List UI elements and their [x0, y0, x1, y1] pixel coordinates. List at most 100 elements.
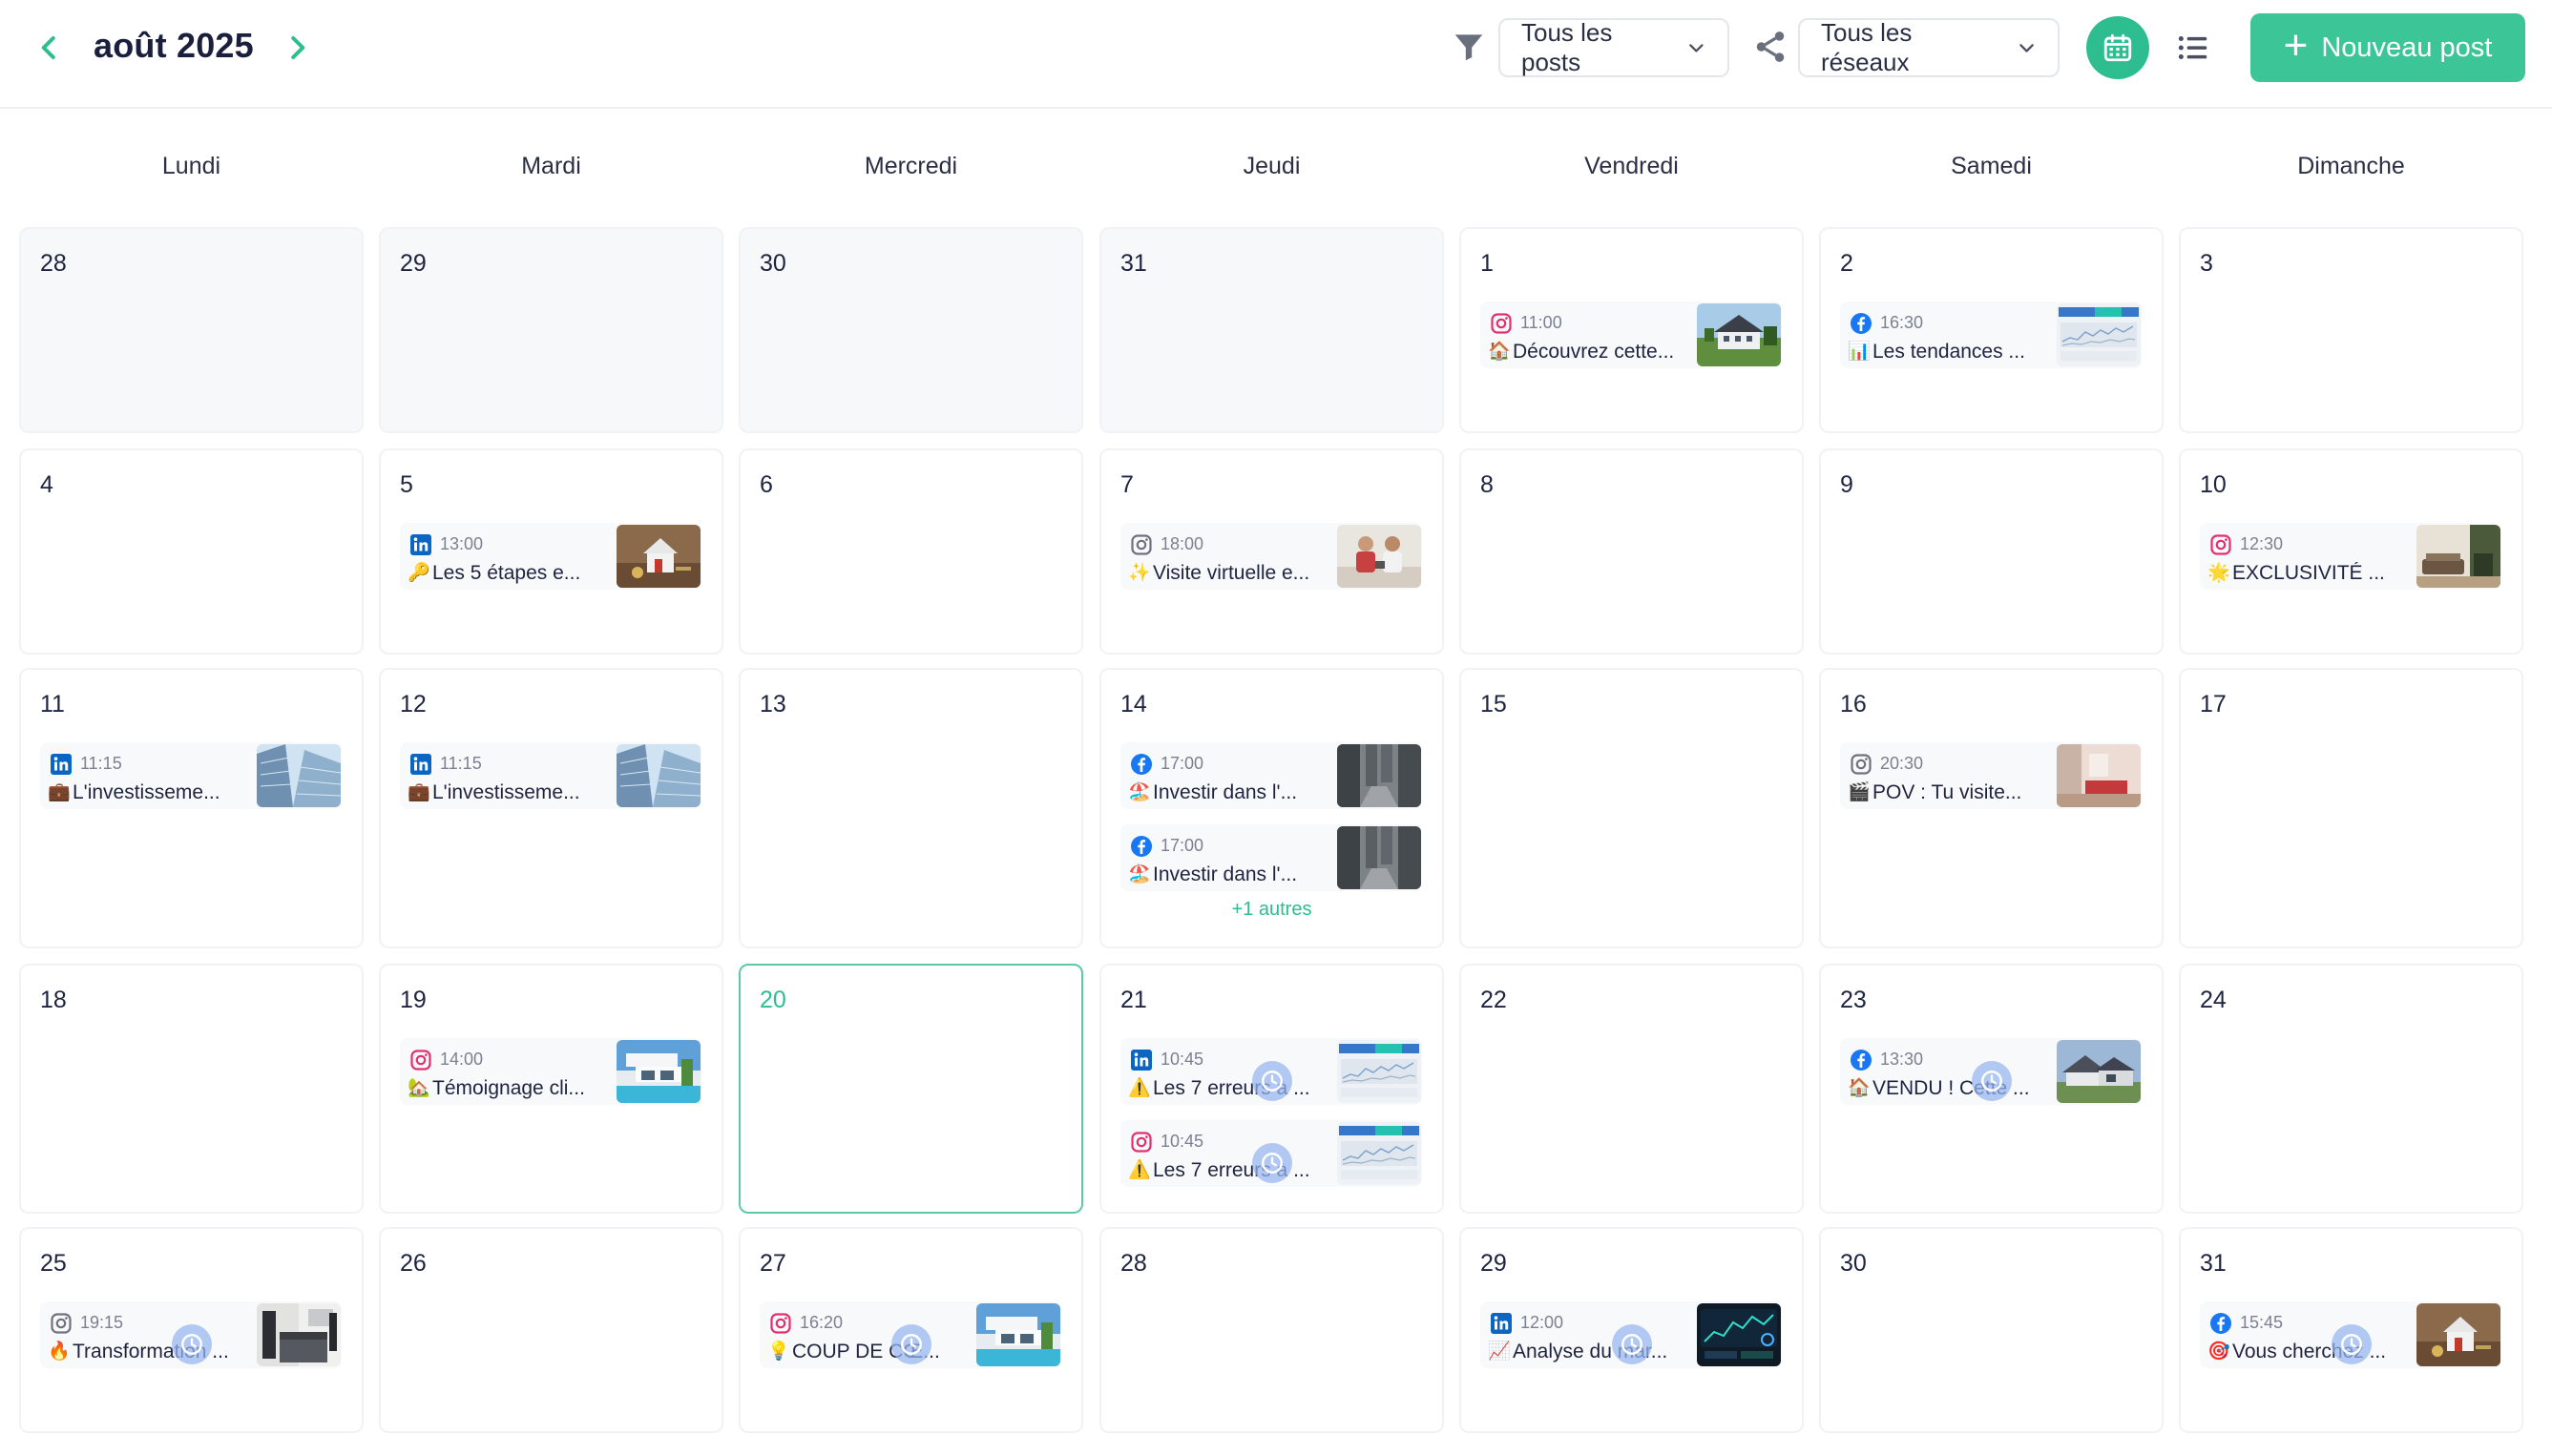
post-card[interactable]: 12:30 🌟 EXCLUSIVITÉ ... — [2200, 523, 2501, 590]
calendar-day[interactable]: 19 14:00 🏡 Témoignage cli... — [379, 964, 723, 1214]
post-card[interactable]: 11:15 💼 L'investisseme... — [400, 742, 701, 809]
calendar-day[interactable]: 31 — [1099, 227, 1444, 433]
post-thumbnail — [617, 744, 701, 807]
instagram-icon — [2209, 533, 2232, 556]
calendar-day[interactable]: 7 18:00 ✨ Visite virtuelle e... — [1099, 448, 1444, 655]
post-card[interactable]: 13:30 🏠 VENDU ! Cette ... — [1840, 1038, 2142, 1105]
post-title: Les 7 erreurs à ... — [1153, 1077, 1310, 1099]
calendar-day[interactable]: 30 — [739, 227, 1083, 433]
post-title: Les 7 erreurs à ... — [1153, 1159, 1310, 1181]
instagram-icon — [50, 1312, 73, 1335]
calendar-view-button[interactable] — [2086, 16, 2149, 79]
calendar-day[interactable]: 13 — [739, 668, 1083, 948]
calendar-day[interactable]: 2 16:30 📊 Les tendances ... — [1819, 227, 2164, 433]
day-number: 30 — [1840, 1250, 1867, 1277]
calendar-day[interactable]: 8 — [1459, 448, 1804, 655]
calendar-day[interactable]: 29 12:00 📈 Analyse du mar... — [1459, 1227, 1804, 1433]
post-card[interactable]: 12:00 📈 Analyse du mar... — [1480, 1301, 1782, 1368]
more-posts-link[interactable]: +1 autres — [1099, 899, 1444, 921]
post-time: 15:45 — [2240, 1313, 2284, 1332]
post-emoji: 🏠 — [1488, 342, 1511, 362]
day-number: 17 — [2200, 691, 2227, 718]
post-emoji: 💼 — [48, 782, 71, 802]
networks-filter-dropdown[interactable]: Tous les réseaux — [1798, 18, 2060, 77]
calendar-day[interactable]: 30 — [1819, 1227, 2164, 1433]
calendar-day[interactable]: 17 — [2179, 668, 2523, 948]
post-emoji: 🎯 — [2207, 1342, 2230, 1362]
post-thumbnail — [1337, 744, 1421, 807]
linkedin-icon — [409, 753, 432, 776]
calendar-day[interactable]: 3 — [2179, 227, 2523, 433]
calendar-day[interactable]: 25 19:15 🔥 Transformation ... — [19, 1227, 364, 1433]
post-title: COUP DE CŒ... — [792, 1341, 940, 1362]
calendar-day[interactable]: 9 — [1819, 448, 2164, 655]
post-card[interactable]: 14:00 🏡 Témoignage cli... — [400, 1038, 701, 1105]
list-view-button[interactable] — [2168, 23, 2218, 73]
post-card[interactable]: 10:45 ⚠️ Les 7 erreurs à ... — [1120, 1038, 1422, 1105]
post-card[interactable]: 13:00 🔑 Les 5 étapes e... — [400, 523, 701, 590]
new-post-button[interactable]: + Nouveau post — [2250, 13, 2525, 82]
calendar-day[interactable]: 24 — [2179, 964, 2523, 1214]
post-card[interactable]: 16:30 📊 Les tendances ... — [1840, 302, 2142, 368]
calendar-day[interactable]: 21 10:45 ⚠️ Les 7 erreurs à ... 10:45 ⚠️ Les 7… — [1099, 964, 1444, 1214]
post-card[interactable]: 16:20 💡 COUP DE CŒ... — [760, 1301, 1061, 1368]
post-time: 14:00 — [440, 1050, 484, 1069]
post-card[interactable]: 11:15 💼 L'investisseme... — [40, 742, 342, 809]
previous-month-button[interactable] — [29, 27, 71, 69]
post-title: EXCLUSIVITÉ ... — [2232, 562, 2385, 584]
calendar-day[interactable]: 28 — [1099, 1227, 1444, 1433]
facebook-icon — [1850, 312, 1872, 335]
post-time: 17:00 — [1161, 836, 1204, 855]
post-title: VENDU ! Cette ... — [1872, 1077, 2030, 1099]
calendar-day[interactable]: 11 11:15 💼 L'investisseme... — [19, 668, 364, 948]
post-card[interactable]: 17:00 🏖️ Investir dans l'... — [1120, 824, 1422, 891]
calendar-day[interactable]: 1 11:00 🏠 Découvrez cette... — [1459, 227, 1804, 433]
calendar-day[interactable]: 22 — [1459, 964, 1804, 1214]
day-number: 25 — [40, 1250, 67, 1277]
post-card[interactable]: 17:00 🏖️ Investir dans l'... — [1120, 742, 1422, 809]
calendar-day[interactable]: 5 13:00 🔑 Les 5 étapes e... — [379, 448, 723, 655]
calendar-day[interactable]: 10 12:30 🌟 EXCLUSIVITÉ ... — [2179, 448, 2523, 655]
calendar-day[interactable]: 29 — [379, 227, 723, 433]
post-card[interactable]: 19:15 🔥 Transformation ... — [40, 1301, 342, 1368]
calendar-day[interactable]: 23 13:30 🏠 VENDU ! Cette ... — [1819, 964, 2164, 1214]
linkedin-icon — [409, 533, 432, 556]
calendar-day[interactable]: 16 20:30 🎬 POV : Tu visite... — [1819, 668, 2164, 948]
post-card[interactable]: 15:45 🎯 Vous cherchez ... — [2200, 1301, 2501, 1368]
post-card[interactable]: 18:00 ✨ Visite virtuelle e... — [1120, 523, 1422, 590]
day-number: 9 — [1840, 471, 1853, 498]
new-post-label: Nouveau post — [2321, 31, 2493, 63]
post-time: 13:30 — [1880, 1050, 1924, 1069]
chevron-down-icon — [2019, 44, 2034, 52]
calendar-day[interactable]: 18 — [19, 964, 364, 1214]
instagram-icon — [1130, 1131, 1153, 1154]
calendar-day[interactable]: 15 — [1459, 668, 1804, 948]
calendar-day[interactable]: 12 11:15 💼 L'investisseme... — [379, 668, 723, 948]
post-emoji: ⚠️ — [1128, 1160, 1151, 1180]
post-card[interactable]: 11:00 🏠 Découvrez cette... — [1480, 302, 1782, 368]
day-number: 24 — [2200, 987, 2227, 1013]
calendar-day[interactable]: 28 — [19, 227, 364, 433]
posts-filter-dropdown[interactable]: Tous les posts — [1498, 18, 1729, 77]
scheduled-clock-icon — [2332, 1324, 2372, 1364]
calendar-day-today[interactable]: 20 — [739, 964, 1083, 1214]
post-emoji: ⚠️ — [1128, 1078, 1151, 1098]
post-thumbnail — [1337, 1122, 1421, 1185]
day-number: 28 — [40, 250, 67, 277]
post-thumbnail — [1337, 826, 1421, 889]
post-title: L'investisseme... — [73, 781, 220, 803]
calendar-day[interactable]: 6 — [739, 448, 1083, 655]
post-emoji: 📈 — [1488, 1342, 1511, 1362]
calendar-day[interactable]: 31 15:45 🎯 Vous cherchez ... — [2179, 1227, 2523, 1433]
post-card[interactable]: 10:45 ⚠️ Les 7 erreurs à ... — [1120, 1120, 1422, 1187]
weekday-label: Lundi — [161, 153, 221, 179]
next-month-button[interactable] — [276, 27, 318, 69]
calendar-day[interactable]: 4 — [19, 448, 364, 655]
post-card[interactable]: 20:30 🎬 POV : Tu visite... — [1840, 742, 2142, 809]
calendar-day[interactable]: 27 16:20 💡 COUP DE CŒ... — [739, 1227, 1083, 1433]
linkedin-icon — [1130, 1049, 1153, 1071]
scheduled-clock-icon — [1252, 1143, 1292, 1183]
calendar-day[interactable]: 26 — [379, 1227, 723, 1433]
month-title: août 2025 — [94, 26, 254, 65]
post-time: 12:30 — [2240, 534, 2284, 553]
